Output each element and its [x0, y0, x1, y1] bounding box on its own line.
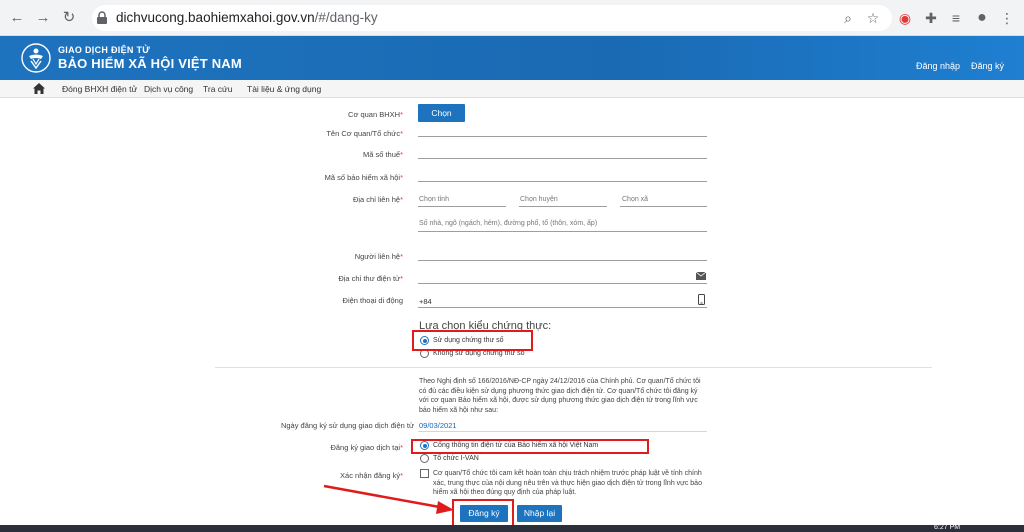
register-link[interactable]: Đăng ký: [971, 61, 1004, 71]
site-header: GIAO DỊCH ĐIỆN TỬ BẢO HIỂM XÃ HỘI VIỆT N…: [0, 36, 1024, 80]
forward-icon[interactable]: →: [34, 9, 52, 27]
street-input[interactable]: [418, 231, 707, 232]
insurance-code-label: Mã số bảo hiểm xã hội*: [324, 173, 403, 182]
menu-item-tai-lieu[interactable]: Tài liệu & ứng dụng: [247, 84, 321, 94]
address-label: Địa chỉ liên hệ*: [352, 195, 403, 204]
choose-agency-button[interactable]: Chọn: [418, 104, 465, 122]
highlight-reg-at-option: [411, 439, 649, 454]
reg-date-value[interactable]: 09/03/2021: [419, 421, 457, 430]
tax-code-input[interactable]: [418, 158, 707, 159]
reg-at-label: Đăng ký giao dịch tại*: [330, 443, 403, 452]
home-icon[interactable]: [33, 83, 45, 94]
reg-date-label: Ngày đăng ký sử dụng giao dịch điện tử: [280, 421, 414, 430]
contact-input[interactable]: [418, 260, 707, 261]
menu-item-tra-cuu[interactable]: Tra cứu: [203, 84, 232, 94]
lock-icon[interactable]: [96, 11, 108, 25]
section-divider: [215, 367, 932, 368]
url-path: /#/dang-ky: [314, 10, 378, 25]
province-placeholder: Chọn tỉnh: [419, 196, 449, 203]
reg-at-ivan-label: Tổ chức I-VAN: [433, 455, 479, 462]
url-host: dichvucong.baohiemxahoi.gov.vn: [116, 10, 315, 25]
star-icon[interactable]: ☆: [864, 10, 882, 26]
logo-icon: [21, 43, 51, 73]
main-menu: Đóng BHXH điện tử Dịch vụ công Tra cứu T…: [0, 80, 1024, 98]
menu-item-dong-bhxh[interactable]: Đóng BHXH điện tử: [62, 84, 137, 94]
browser-toolbar: ← → ↻ dichvucong.baohiemxahoi.gov.vn/#/d…: [0, 0, 1024, 36]
puzzle-icon[interactable]: ✚: [922, 10, 940, 26]
email-icon: [696, 272, 706, 280]
extension-red-icon[interactable]: ◉: [896, 10, 914, 26]
contact-label: Người liên hệ*: [354, 252, 403, 261]
brand-subtitle: GIAO DỊCH ĐIỆN TỬ: [58, 45, 151, 55]
back-icon[interactable]: ←: [8, 9, 26, 27]
ward-select[interactable]: [620, 206, 707, 207]
cert-option-none-label: Không sử dụng chứng thư số: [433, 350, 525, 357]
profile-icon[interactable]: ●: [973, 10, 991, 26]
os-taskbar: [0, 525, 1024, 532]
org-name-label: Tên Cơ quan/Tổ chức*: [326, 129, 403, 138]
url-text: dichvucong.baohiemxahoi.gov.vn/#/dang-ky: [116, 10, 378, 25]
annotation-arrow-icon: [323, 484, 454, 514]
highlight-submit-button: [452, 499, 514, 527]
reg-date-input[interactable]: [418, 431, 707, 432]
mobile-phone-icon: [698, 294, 705, 305]
login-link[interactable]: Đăng nhập: [916, 61, 960, 71]
media-icon[interactable]: ≡: [947, 10, 965, 26]
insurance-code-input[interactable]: [418, 181, 707, 182]
org-name-input[interactable]: [418, 136, 707, 137]
reg-at-ivan-radio[interactable]: [420, 454, 429, 463]
confirm-paragraph: Cơ quan/Tổ chức tôi cam kết hoàn toàn ch…: [433, 470, 702, 496]
taskbar-clock: 6:27 PM: [934, 524, 961, 531]
phone-input[interactable]: [418, 307, 707, 308]
email-input[interactable]: [418, 283, 707, 284]
confirm-label: Xác nhận đăng ký*: [340, 471, 403, 480]
district-placeholder: Chọn huyện: [520, 196, 558, 203]
highlight-cert-option: [412, 330, 533, 351]
reload-icon[interactable]: ↻: [60, 9, 78, 27]
confirm-checkbox[interactable]: [420, 469, 429, 478]
phone-prefix: +84: [419, 297, 432, 306]
province-select[interactable]: [418, 206, 506, 207]
ward-placeholder: Chọn xã: [622, 196, 649, 203]
brand-title: BẢO HIỂM XÃ HỘI VIỆT NAM: [58, 56, 242, 71]
decree-paragraph: Theo Nghị định số 166/2016/NĐ-CP ngày 24…: [419, 378, 701, 414]
street-placeholder: Số nhà, ngõ (ngách, hẻm), đường phố, tổ …: [419, 220, 598, 227]
zoom-icon[interactable]: ⌕: [839, 10, 857, 26]
reset-button[interactable]: Nhập lại: [517, 505, 562, 522]
phone-label: Điện thoại di động: [342, 296, 403, 305]
agency-label: Cơ quan BHXH*: [348, 110, 403, 119]
email-label: Địa chỉ thư điện tử*: [338, 274, 403, 283]
tax-code-label: Mã số thuế*: [362, 150, 403, 159]
district-select[interactable]: [519, 206, 607, 207]
menu-item-dich-vu-cong[interactable]: Dịch vụ công: [144, 84, 193, 94]
menu-icon[interactable]: ⋮: [998, 10, 1016, 26]
